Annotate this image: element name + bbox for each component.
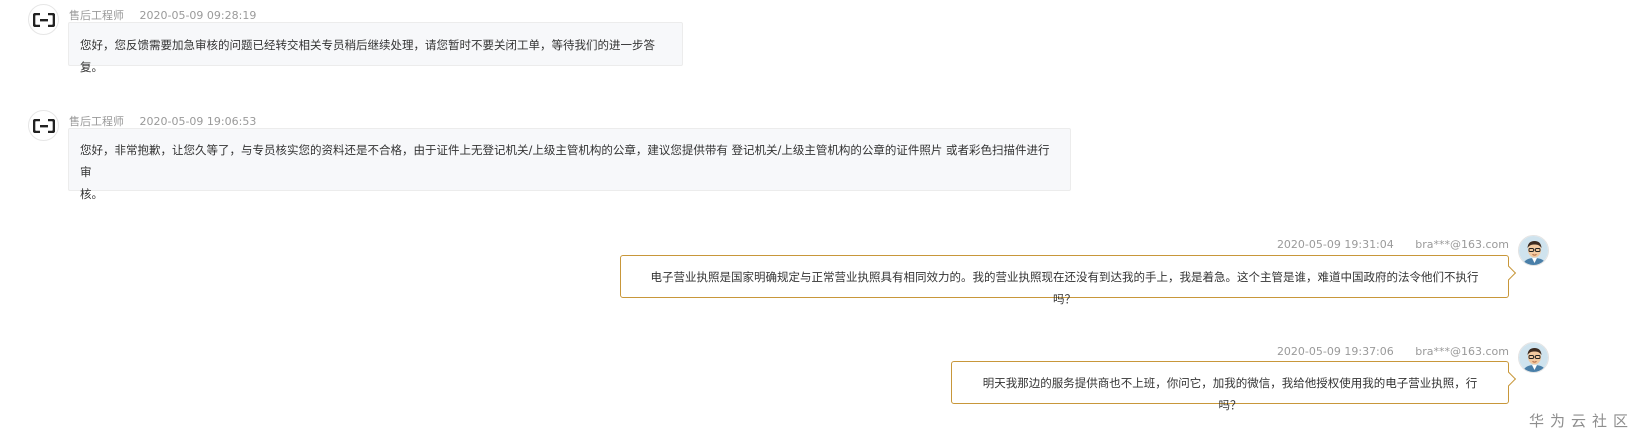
sender-name: 售后工程师	[69, 115, 124, 128]
message-timestamp: 2020-05-09 19:37:06	[1276, 345, 1394, 358]
user-avatar-icon	[1519, 236, 1548, 265]
message-text: 明天我那边的服务提供商也不上班，你问它，加我的微信，我给他授权使用我的电子营业执…	[982, 376, 1478, 412]
agent-message-bubble: 您好，您反馈需要加急审核的问题已经转交相关专员稍后继续处理，请您暂时不要关闭工单…	[68, 22, 683, 74]
sender-name: bra***@163.com	[1415, 345, 1509, 358]
message-meta: 2020-05-09 19:37:06 bra***@163.com	[1277, 345, 1509, 358]
message-text-line: 核。	[80, 187, 103, 201]
agent-avatar-logo-icon	[28, 110, 59, 141]
agent-avatar-logo-icon	[28, 4, 59, 35]
aliyun-logo-icon	[32, 12, 55, 27]
agent-message-bubble: 您好，非常抱歉，让您久等了，与专员核实您的资料还是不合格，由于证件上无登记机关/…	[68, 128, 1071, 201]
user-avatar	[1518, 342, 1549, 373]
sender-name: bra***@163.com	[1415, 238, 1509, 251]
message-meta: 售后工程师 2020-05-09 19:06:53	[69, 113, 256, 129]
message-meta: 售后工程师 2020-05-09 09:28:19	[69, 7, 256, 23]
message-meta: 2020-05-09 19:31:04 bra***@163.com	[1277, 238, 1509, 251]
user-avatar	[1518, 235, 1549, 266]
user-message-bubble: 电子营业执照是国家明确规定与正常营业执照具有相同效力的。我的营业执照现在还没有到…	[620, 255, 1509, 306]
message-text: 电子营业执照是国家明确规定与正常营业执照具有相同效力的。我的营业执照现在还没有到…	[650, 270, 1479, 306]
message-timestamp: 2020-05-09 19:31:04	[1276, 238, 1394, 251]
message-text: 您好，您反馈需要加急审核的问题已经转交相关专员稍后继续处理，请您暂时不要关闭工单…	[80, 38, 655, 74]
user-avatar-icon	[1519, 343, 1548, 372]
message-timestamp: 2020-05-09 09:28:19	[139, 9, 257, 22]
aliyun-logo-icon	[32, 118, 55, 133]
message-timestamp: 2020-05-09 19:06:53	[139, 115, 257, 128]
sender-name: 售后工程师	[69, 9, 124, 22]
ticket-conversation: 售后工程师 2020-05-09 09:28:19 您好，您反馈需要加急审核的问…	[0, 0, 1648, 443]
message-text-line: 您好，非常抱歉，让您久等了，与专员核实您的资料还是不合格，由于证件上无登记机关/…	[80, 143, 1050, 179]
watermark: 华为云社区	[1528, 412, 1634, 430]
user-message-bubble: 明天我那边的服务提供商也不上班，你问它，加我的微信，我给他授权使用我的电子营业执…	[951, 361, 1509, 412]
